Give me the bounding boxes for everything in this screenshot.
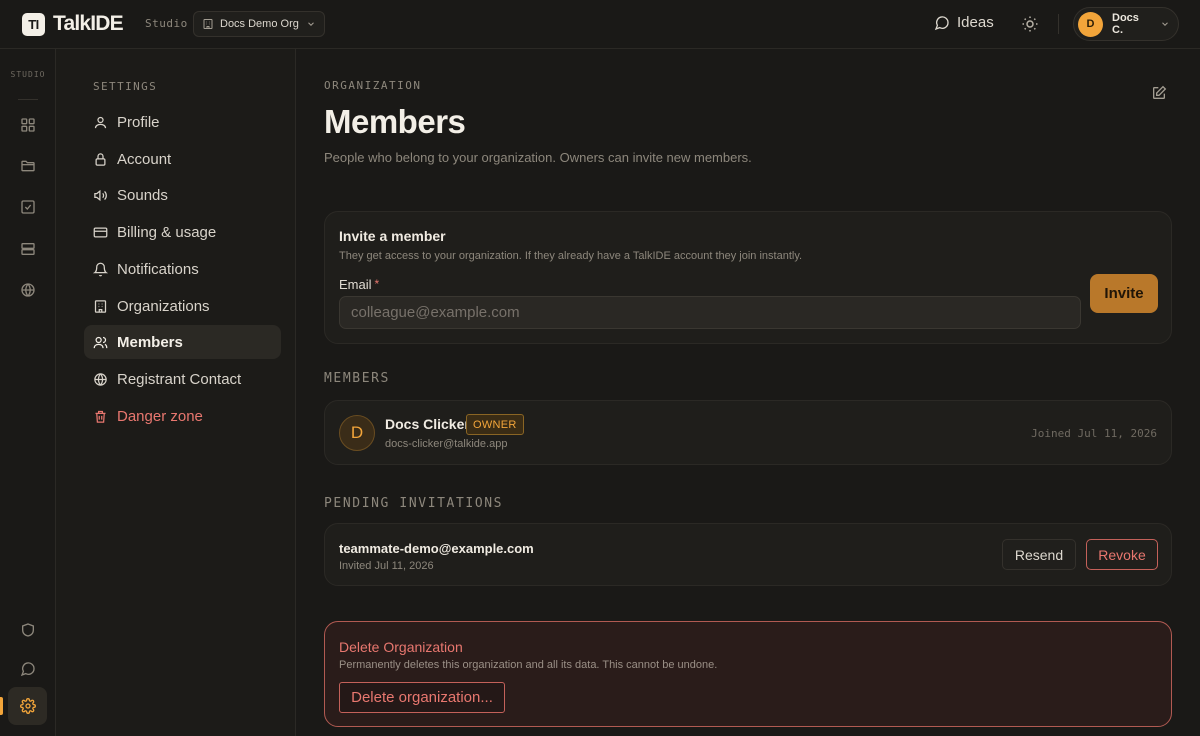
- top-bar: TI TalkIDE Studio Docs Demo Org Ideas D …: [0, 0, 1200, 49]
- globe-icon[interactable]: [18, 280, 38, 300]
- email-field[interactable]: [339, 296, 1081, 329]
- danger-description: Permanently deletes this organization an…: [339, 659, 718, 671]
- required-mark: *: [374, 277, 380, 291]
- nav-item-danger-zone[interactable]: Danger zone: [84, 399, 281, 433]
- delete-organization-button[interactable]: Delete organization...: [339, 682, 505, 713]
- edit-button[interactable]: [1151, 85, 1167, 101]
- page-title: Members: [324, 103, 466, 140]
- nav-item-profile[interactable]: Profile: [84, 105, 281, 139]
- active-indicator: [0, 697, 3, 715]
- org-selector-label: Docs Demo Org: [220, 18, 299, 30]
- main-content: ORGANIZATION Members People who belong t…: [296, 49, 1200, 736]
- grid-icon[interactable]: [18, 115, 38, 135]
- danger-title: Delete Organization: [339, 639, 463, 655]
- pending-invited-date: Invited Jul 11, 2026: [339, 560, 434, 572]
- speaker-icon: [93, 188, 108, 203]
- members-heading: MEMBERS: [324, 371, 390, 386]
- invite-card: Invite a member They get access to your …: [324, 211, 1172, 344]
- shield-icon[interactable]: [18, 620, 38, 640]
- theme-toggle-button[interactable]: [1021, 15, 1039, 33]
- member-name: Docs Clicker: [385, 416, 470, 432]
- globe-icon: [93, 372, 108, 387]
- user-menu-button[interactable]: D Docs C.: [1073, 7, 1179, 41]
- resend-button[interactable]: Resend: [1002, 539, 1076, 570]
- building-icon: [202, 18, 214, 30]
- invite-button[interactable]: Invite: [1090, 274, 1158, 313]
- credit-card-icon: [93, 225, 108, 240]
- settings-heading: SETTINGS: [93, 80, 158, 93]
- logo-mark: TI: [22, 12, 45, 36]
- chat-icon[interactable]: [18, 659, 38, 679]
- trash-icon: [93, 409, 108, 424]
- nav-item-label: Notifications: [117, 260, 199, 278]
- nav-item-label: Billing & usage: [117, 223, 217, 241]
- pending-email: teammate-demo@example.com: [339, 541, 534, 556]
- context-label: Studio: [145, 17, 188, 30]
- icon-rail: STUDIO: [0, 49, 56, 736]
- page-description: People who belong to your organization. …: [324, 150, 752, 165]
- server-icon[interactable]: [18, 239, 38, 259]
- checkbox-icon[interactable]: [18, 197, 38, 217]
- folder-icon[interactable]: [18, 156, 38, 176]
- member-row: D Docs Clicker OWNER docs-clicker@talkid…: [324, 400, 1172, 465]
- ideas-label: Ideas: [957, 14, 994, 31]
- nav-item-sounds[interactable]: Sounds: [84, 178, 281, 212]
- chevron-down-icon: [306, 19, 316, 29]
- rail-divider: [18, 99, 38, 100]
- user-icon: [93, 115, 108, 130]
- nav-item-label: Registrant Contact: [117, 370, 242, 388]
- nav-item-notifications[interactable]: Notifications: [84, 252, 281, 286]
- invite-subtitle: They get access to your organization. If…: [339, 250, 803, 262]
- chevron-down-icon: [1160, 19, 1170, 29]
- nav-item-label: Danger zone: [117, 407, 203, 425]
- member-joined-date: Joined Jul 11, 2026: [1031, 427, 1157, 440]
- nav-item-members[interactable]: Members: [84, 325, 281, 359]
- chat-bubble-icon: [934, 15, 950, 31]
- lock-icon: [93, 152, 108, 167]
- avatar: D: [339, 415, 375, 451]
- nav-item-billing[interactable]: Billing & usage: [84, 215, 281, 249]
- nav-item-registrant-contact[interactable]: Registrant Contact: [84, 362, 281, 396]
- ideas-button[interactable]: Ideas: [934, 14, 994, 31]
- building-icon: [93, 299, 108, 314]
- edit-icon: [1151, 85, 1167, 101]
- email-label-text: Email: [339, 277, 372, 292]
- delete-organization-card: Delete Organization Permanently deletes …: [324, 621, 1172, 727]
- pending-invite-row: teammate-demo@example.com Invited Jul 11…: [324, 523, 1172, 586]
- app-name: TalkIDE: [53, 12, 124, 35]
- gear-icon[interactable]: [8, 687, 47, 725]
- member-email: docs-clicker@talkide.app: [385, 438, 508, 450]
- avatar: D: [1078, 11, 1103, 37]
- sun-icon: [1021, 15, 1039, 33]
- settings-nav: SETTINGS Profile Account Sounds Billing …: [56, 49, 296, 736]
- user-name: Docs C.: [1112, 12, 1139, 36]
- nav-item-label: Sounds: [117, 186, 168, 204]
- nav-item-organizations[interactable]: Organizations: [84, 289, 281, 323]
- invite-title: Invite a member: [339, 228, 446, 244]
- users-icon: [93, 335, 108, 350]
- nav-item-account[interactable]: Account: [84, 142, 281, 176]
- revoke-button[interactable]: Revoke: [1086, 539, 1158, 570]
- nav-item-label: Profile: [117, 113, 160, 131]
- nav-item-label: Organizations: [117, 297, 210, 315]
- role-badge: OWNER: [466, 414, 524, 435]
- rail-label: STUDIO: [10, 70, 46, 79]
- app-logo[interactable]: TI TalkIDE: [22, 12, 124, 36]
- nav-item-label: Members: [117, 333, 183, 351]
- pending-heading: PENDING INVITATIONS: [324, 496, 504, 511]
- email-label: Email *: [339, 277, 379, 292]
- page-eyebrow: ORGANIZATION: [324, 79, 422, 92]
- topbar-divider: [1058, 14, 1059, 34]
- nav-item-label: Account: [117, 150, 172, 168]
- bell-icon: [93, 262, 108, 277]
- org-selector[interactable]: Docs Demo Org: [193, 11, 325, 37]
